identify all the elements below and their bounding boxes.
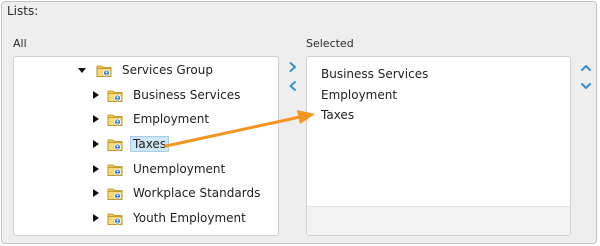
chevron-right-icon: [289, 62, 296, 72]
tree-node-label: Services Group: [122, 63, 213, 77]
expand-icon[interactable]: [93, 91, 99, 99]
expand-icon[interactable]: [93, 189, 99, 197]
tree-node-youth-employment[interactable]: Youth Employment: [93, 208, 249, 228]
move-left-button[interactable]: [287, 80, 299, 92]
folder-group-icon: [107, 188, 123, 200]
chevron-up-icon: [581, 65, 591, 71]
tree-node-employment[interactable]: Employment: [93, 109, 212, 129]
expand-collapse-icon[interactable]: [78, 67, 86, 73]
expand-icon[interactable]: [93, 214, 99, 222]
selected-list-footer: [307, 206, 570, 235]
tree-node-label: Youth Employment: [133, 211, 246, 225]
folder-group-icon: [107, 114, 123, 126]
move-up-button[interactable]: [580, 62, 592, 74]
selected-item[interactable]: Business Services: [321, 67, 428, 81]
selected-list-panel[interactable]: [306, 56, 571, 236]
move-right-button[interactable]: [287, 61, 299, 73]
lists-label: Lists:: [7, 4, 39, 18]
selected-item[interactable]: Taxes: [321, 108, 354, 122]
tree-node-label: Unemployment: [133, 162, 226, 176]
tree-node-services-group[interactable]: Services Group: [78, 60, 216, 80]
folder-group-icon: [107, 90, 123, 102]
chevron-left-icon: [289, 81, 296, 91]
move-down-button[interactable]: [580, 80, 592, 92]
tree-node-label: Workplace Standards: [133, 186, 261, 200]
expand-icon[interactable]: [93, 165, 99, 173]
folder-group-icon: [107, 139, 123, 151]
chevron-down-icon: [581, 83, 591, 89]
expand-icon[interactable]: [93, 140, 99, 148]
selected-item[interactable]: Employment: [321, 88, 397, 102]
expand-icon[interactable]: [93, 115, 99, 123]
selected-column-label: Selected: [306, 37, 354, 50]
tree-node-label: Business Services: [133, 88, 241, 102]
tree-node-label-selected: Taxes: [130, 136, 170, 152]
folder-group-icon: [96, 65, 112, 77]
folder-group-icon: [107, 164, 123, 176]
tree-node-label: Employment: [133, 112, 210, 126]
tree-node-workplace-standards[interactable]: Workplace Standards: [93, 183, 263, 203]
tree-node-unemployment[interactable]: Unemployment: [93, 159, 228, 179]
folder-group-icon: [107, 213, 123, 225]
tree-node-taxes[interactable]: Taxes: [93, 134, 170, 154]
tree-node-business-services[interactable]: Business Services: [93, 85, 243, 105]
all-column-label: All: [13, 37, 27, 50]
